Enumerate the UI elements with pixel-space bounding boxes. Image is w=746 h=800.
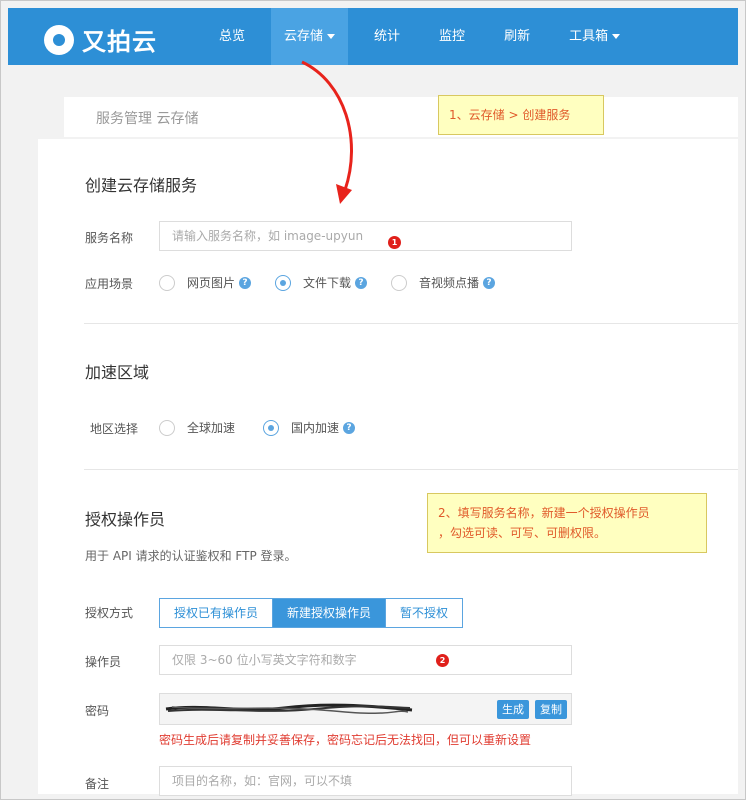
- operator-section-description: 用于 API 请求的认证鉴权和 FTP 登录。: [85, 549, 297, 563]
- nav-toolbox-label: 工具箱: [569, 29, 609, 44]
- auth-new-operator-button[interactable]: 新建授权操作员: [273, 599, 387, 627]
- scenario-option-label: 网页图片: [187, 276, 236, 290]
- remark-label: 备注: [85, 777, 110, 791]
- redacted-password-scribble: [165, 703, 413, 715]
- instruction-note-step2-line1: 2、填写服务名称，新建一个授权操作员: [438, 506, 650, 520]
- scenario-label: 应用场景: [85, 277, 134, 291]
- page-header: 服务管理 云存储: [64, 97, 738, 137]
- instruction-note-step1: 1、云存储 > 创建服务: [438, 95, 604, 135]
- chevron-down-icon: [612, 34, 621, 39]
- auth-mode-label: 授权方式: [85, 606, 134, 620]
- password-warning: 密码生成后请复制并妥善保存，密码忘记后无法找回，但可以重新设置: [159, 733, 532, 747]
- region-section-title: 加速区域: [85, 363, 150, 382]
- remark-input[interactable]: 项目的名称，如：官网，可以不填: [159, 766, 572, 796]
- scenario-option-label: 音视频点播: [419, 276, 480, 290]
- help-icon[interactable]: ?: [239, 276, 252, 289]
- help-icon[interactable]: ?: [483, 276, 496, 289]
- scenario-radio-web-images[interactable]: [159, 274, 175, 291]
- top-navbar: 又拍云 总览 云存储 统计 监控 刷新 工具箱: [8, 8, 738, 65]
- upyun-logo-icon: [44, 24, 74, 55]
- generate-password-button[interactable]: 生成: [497, 700, 529, 719]
- nav-toolbox[interactable]: 工具箱: [556, 8, 633, 65]
- auth-skip-button[interactable]: 暂不授权: [386, 599, 463, 627]
- copy-password-button[interactable]: 复制: [535, 700, 567, 719]
- password-label: 密码: [85, 704, 110, 718]
- instruction-note-step2: 2、填写服务名称，新建一个授权操作员 ，勾选可读、可写、可删权限。: [427, 493, 707, 553]
- help-icon[interactable]: ?: [343, 421, 356, 434]
- password-field[interactable]: 生成 复制: [159, 693, 572, 725]
- nav-cloud-storage-label: 云存储: [284, 29, 324, 44]
- create-service-form: 创建云存储服务 服务名称 请输入服务名称，如 image-upyun 应用场景 …: [38, 139, 738, 796]
- scenario-radio-file-download[interactable]: [275, 274, 292, 291]
- instruction-note-step2-line2: ，勾选可读、可写、可删权限。: [438, 526, 607, 540]
- operator-section-title: 授权操作员: [85, 510, 166, 529]
- scenario-radio-av-vod[interactable]: [391, 274, 408, 291]
- region-radio-global[interactable]: [159, 419, 175, 436]
- region-radio-domestic[interactable]: [263, 419, 280, 436]
- help-icon[interactable]: ?: [355, 276, 368, 289]
- nav-overview[interactable]: 总览: [206, 8, 258, 65]
- auth-existing-operator-button[interactable]: 授权已有操作员: [160, 599, 274, 627]
- auth-mode-toggle: 授权已有操作员 新建授权操作员 暂不授权: [159, 598, 464, 628]
- section-divider: [84, 323, 738, 324]
- brand-name: 又拍云: [82, 28, 157, 56]
- service-name-input[interactable]: 请输入服务名称，如 image-upyun: [159, 221, 572, 251]
- step-badge-1: 1: [388, 236, 401, 249]
- region-option-label: 全球加速: [187, 421, 236, 435]
- region-label: 地区选择: [90, 422, 139, 436]
- chevron-down-icon: [327, 34, 336, 39]
- nav-statistics[interactable]: 统计: [361, 8, 413, 65]
- step-badge-2: 2: [436, 654, 449, 667]
- region-radio-group: 全球加速 国内加速 ?: [159, 419, 379, 436]
- nav-refresh[interactable]: 刷新: [491, 8, 543, 65]
- section-divider: [84, 469, 738, 470]
- scenario-option-label: 文件下载: [303, 276, 352, 290]
- operator-label: 操作员: [85, 655, 122, 669]
- form-title: 创建云存储服务: [85, 176, 198, 195]
- region-option-label: 国内加速: [291, 421, 340, 435]
- main-nav: 总览 云存储 统计 监控 刷新 工具箱: [206, 8, 646, 65]
- operator-input[interactable]: 仅限 3~60 位小写英文字符和数字: [159, 645, 572, 675]
- scenario-radio-group: 网页图片 ? 文件下载 ? 音视频点播 ?: [159, 274, 519, 291]
- breadcrumb: 服务管理 云存储: [96, 111, 199, 127]
- service-name-label: 服务名称: [85, 231, 134, 245]
- brand-logo[interactable]: 又拍云: [44, 22, 157, 57]
- nav-cloud-storage[interactable]: 云存储: [271, 8, 349, 65]
- nav-monitoring[interactable]: 监控: [426, 8, 478, 65]
